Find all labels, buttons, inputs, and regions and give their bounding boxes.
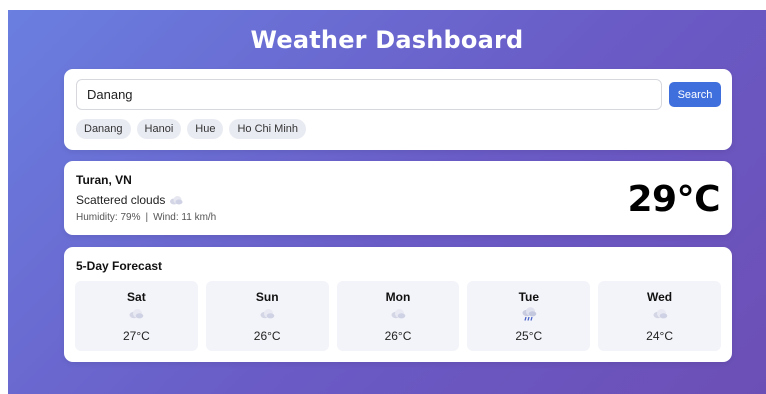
- forecast-day: Sat 27°C: [75, 281, 198, 351]
- city-chip[interactable]: Danang: [76, 119, 131, 139]
- forecast-day-name: Wed: [647, 290, 673, 304]
- forecast-card: 5-Day Forecast Sat 27°C Sun 26°C Mon 26°…: [64, 247, 732, 362]
- forecast-day-name: Tue: [518, 290, 540, 304]
- forecast-day-temp: 26°C: [384, 329, 412, 343]
- search-card: Search Danang Hanoi Hue Ho Chi Minh: [64, 69, 732, 150]
- cloud-icon: [169, 195, 183, 205]
- forecast-day-name: Mon: [385, 290, 411, 304]
- cloud-icon: [652, 307, 668, 321]
- page-title: Weather Dashboard: [250, 26, 524, 54]
- cloud-icon: [128, 307, 144, 321]
- forecast-day-temp: 24°C: [646, 329, 673, 343]
- forecast-day-name: Sat: [127, 290, 146, 304]
- forecast-day: Wed 24°C: [598, 281, 721, 351]
- current-description-row: Scattered clouds: [76, 193, 183, 207]
- forecast-day-temp: 25°C: [515, 329, 543, 343]
- cloud-icon: [259, 307, 275, 321]
- forecast-day: Sun 26°C: [205, 281, 329, 351]
- forecast-days: Sat 27°C Sun 26°C Mon 26°C Tue 25°C Wed …: [75, 281, 721, 351]
- current-description: Scattered clouds: [76, 193, 166, 207]
- city-chip[interactable]: Hanoi: [136, 119, 182, 139]
- humidity-text: Humidity: 79%: [76, 212, 141, 223]
- current-temperature: 29°C: [627, 179, 720, 220]
- forecast-day-temp: 27°C: [122, 329, 150, 343]
- search-input[interactable]: [76, 79, 662, 110]
- city-chip[interactable]: Ho Chi Minh: [229, 119, 307, 139]
- current-location: Turan, VN: [76, 173, 132, 187]
- forecast-day-name: Sun: [255, 290, 279, 304]
- city-chip[interactable]: Hue: [187, 119, 224, 139]
- city-chips: Danang Hanoi Hue Ho Chi Minh: [76, 119, 307, 139]
- search-button[interactable]: Search: [669, 82, 721, 107]
- forecast-day: Mon 26°C: [336, 281, 460, 351]
- meta-separator: |: [145, 212, 149, 223]
- forecast-day-temp: 26°C: [253, 329, 281, 343]
- cloud-icon: [390, 307, 406, 321]
- rain-cloud-icon: [521, 307, 537, 321]
- forecast-title: 5-Day Forecast: [76, 259, 163, 273]
- wind-text: Wind: 11 km/h: [153, 212, 217, 223]
- forecast-day: Tue 25°C: [467, 281, 591, 351]
- current-weather-card: Turan, VN Scattered clouds Humidity: 79%…: [64, 161, 732, 235]
- current-meta: Humidity: 79% | Wind: 11 km/h: [76, 212, 216, 223]
